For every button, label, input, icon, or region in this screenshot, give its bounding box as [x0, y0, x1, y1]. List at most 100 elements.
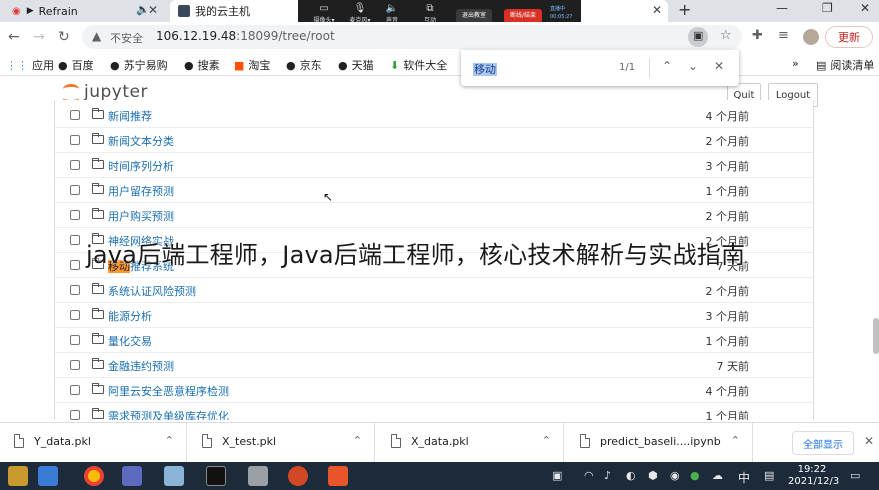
file-row[interactable]: 能源分析 3 个月前 — [55, 303, 813, 328]
back-arrow-icon[interactable]: ← — [8, 29, 20, 45]
leave-class-button[interactable]: 退出教室 — [456, 9, 492, 23]
app-icon-python[interactable] — [164, 466, 184, 486]
bookmark-search[interactable]: ● 搜素 — [184, 57, 220, 73]
bookmark-baidu[interactable]: ● 百度 — [58, 57, 94, 73]
row-checkbox[interactable] — [70, 110, 80, 120]
sound-button[interactable]: 🔈 声音 — [374, 3, 410, 24]
bookmark-software[interactable]: ⬇ 软件大全 — [390, 57, 447, 73]
bookmark-taobao[interactable]: ■ 淘宝 — [234, 57, 270, 73]
download-item[interactable]: X_test.pkl ⌃ — [188, 423, 375, 463]
download-item[interactable]: X_data.pkl ⌃ — [377, 423, 564, 463]
app-icon-games[interactable] — [8, 466, 28, 486]
chevron-up-icon[interactable]: ⌃ — [353, 434, 362, 447]
page-scrollbar[interactable] — [873, 318, 879, 354]
find-input[interactable]: 移动 — [473, 61, 497, 77]
close-icon[interactable]: ✕ — [864, 434, 874, 448]
reload-icon[interactable]: ↻ — [58, 29, 70, 45]
row-checkbox[interactable] — [70, 135, 80, 145]
app-icon-explorer[interactable] — [38, 466, 58, 486]
app-icon-notes[interactable] — [122, 466, 142, 486]
update-button[interactable]: 更新 — [825, 26, 873, 48]
jupyter-logo[interactable]: jupyter — [62, 82, 148, 103]
folder-name-link[interactable]: 能源分析 — [108, 308, 152, 324]
folder-name-link[interactable]: 时间序列分析 — [108, 158, 174, 174]
calculator-icon[interactable] — [248, 466, 268, 486]
show-all-downloads-button[interactable]: 全部显示 — [792, 431, 854, 455]
new-tab-plus-icon[interactable]: + — [678, 0, 691, 19]
tray-app-icon[interactable]: ● — [690, 469, 700, 482]
file-row[interactable]: 时间序列分析 3 个月前 — [55, 153, 813, 178]
file-row[interactable]: 需求预测及单级库存优化 1 个月前 — [55, 403, 813, 420]
notification-icon[interactable]: ▭ — [850, 469, 860, 482]
file-row[interactable]: 用户留存预测 1 个月前 — [55, 178, 813, 203]
more-bookmarks-icon[interactable]: » — [792, 57, 799, 70]
row-checkbox[interactable] — [70, 260, 80, 270]
terminal-icon[interactable] — [206, 466, 226, 486]
tab-refrain[interactable]: ◉ ▶ Refrain 🔈 ✕ — [4, 0, 164, 22]
tray-app-icon[interactable]: ⬢ — [648, 469, 658, 482]
chevron-up-icon[interactable]: ⌃ — [165, 434, 174, 447]
find-previous-icon[interactable]: ⌃ — [662, 59, 672, 73]
row-checkbox[interactable] — [70, 385, 80, 395]
wifi-icon[interactable]: ◠ — [584, 469, 594, 482]
row-checkbox[interactable] — [70, 335, 80, 345]
file-row[interactable]: 新闻文本分类 2 个月前 — [55, 128, 813, 153]
url-text[interactable]: 106.12.19.48:18099/tree/root — [156, 29, 335, 43]
extensions-icon[interactable]: ✚ — [752, 28, 763, 43]
row-checkbox[interactable] — [70, 360, 80, 370]
file-row[interactable]: 金融违约预测 7 天前 — [55, 353, 813, 378]
powerpoint-icon[interactable] — [288, 466, 308, 486]
row-checkbox[interactable] — [70, 285, 80, 295]
folder-name-link[interactable]: 用户留存预测 — [108, 183, 174, 199]
download-item[interactable]: predict_baseli....ipynb ⌃ — [566, 423, 753, 463]
find-next-icon[interactable]: ⌄ — [688, 59, 698, 73]
tray-app-icon[interactable]: ◐ — [626, 469, 636, 482]
folder-name-link[interactable]: 阿里云安全恶意程序检测 — [108, 383, 229, 399]
row-checkbox[interactable] — [70, 235, 80, 245]
folder-name-link[interactable]: 系统认证风险预测 — [108, 283, 196, 299]
row-checkbox[interactable] — [70, 160, 80, 170]
window-close-icon[interactable]: ✕ — [860, 1, 870, 15]
download-item[interactable]: Y_data.pkl ⌃ — [0, 423, 187, 463]
row-checkbox[interactable] — [70, 210, 80, 220]
network-icon[interactable]: ▤ — [764, 469, 774, 482]
row-checkbox[interactable] — [70, 410, 80, 420]
forward-arrow-icon[interactable]: → — [33, 29, 45, 45]
file-row[interactable]: 系统认证风险预测 2 个月前 — [55, 278, 813, 303]
ime-indicator[interactable]: 中 — [738, 469, 750, 486]
star-icon[interactable]: ☆ — [720, 28, 732, 43]
tray-app-icon[interactable]: ☁ — [712, 469, 723, 482]
chevron-up-icon[interactable]: ⌃ — [731, 434, 740, 447]
row-checkbox[interactable] — [70, 185, 80, 195]
restore-icon[interactable]: ❐ — [822, 1, 833, 15]
end-session-button[interactable]: 断线/结束 — [504, 9, 542, 23]
file-row[interactable]: 量化交易 1 个月前 — [55, 328, 813, 353]
reading-list[interactable]: ▤ 阅读清单 — [816, 57, 874, 73]
profile-avatar[interactable] — [803, 29, 819, 45]
playlist-icon[interactable]: ≡ — [778, 28, 789, 43]
address-bar[interactable]: ▲ 不安全 106.12.19.48:18099/tree/root ▣ ☆ — [82, 25, 742, 49]
file-row[interactable]: 用户购买预测 2 个月前 — [55, 203, 813, 228]
row-checkbox[interactable] — [70, 310, 80, 320]
minimize-icon[interactable]: — — [776, 1, 788, 15]
file-row[interactable]: 阿里云安全恶意程序检测 4 个月前 — [55, 378, 813, 403]
folder-name-link[interactable]: 需求预测及单级库存优化 — [108, 408, 229, 420]
app-icon-triangle[interactable] — [328, 466, 348, 486]
mic-button[interactable]: 🎙 麦克风▾ — [342, 3, 378, 24]
close-icon[interactable]: ✕ — [652, 3, 662, 17]
taskbar-tray-icon[interactable]: ▣ — [552, 469, 562, 482]
chrome-icon[interactable] — [84, 466, 104, 486]
bookmark-tmall[interactable]: ● 天猫 — [338, 57, 374, 73]
bookmark-apps[interactable]: ⋮⋮ 应用 — [6, 57, 54, 73]
volume-icon[interactable]: ♪ — [604, 469, 611, 482]
tray-app-icon[interactable]: ◉ — [670, 469, 680, 482]
folder-name-link[interactable]: 用户购买预测 — [108, 208, 174, 224]
camera-button[interactable]: ▭ 摄像头▾ — [306, 3, 342, 24]
find-close-icon[interactable]: ✕ — [714, 59, 724, 73]
bookmark-suning[interactable]: ● 苏宁易购 — [110, 57, 168, 73]
interact-button[interactable]: ⧉ 互动 — [412, 3, 448, 24]
folder-name-link[interactable]: 金融违约预测 — [108, 358, 174, 374]
chevron-up-icon[interactable]: ⌃ — [542, 434, 551, 447]
bookmark-jd[interactable]: ● 京东 — [286, 57, 322, 73]
folder-name-link[interactable]: 新闻文本分类 — [108, 133, 174, 149]
